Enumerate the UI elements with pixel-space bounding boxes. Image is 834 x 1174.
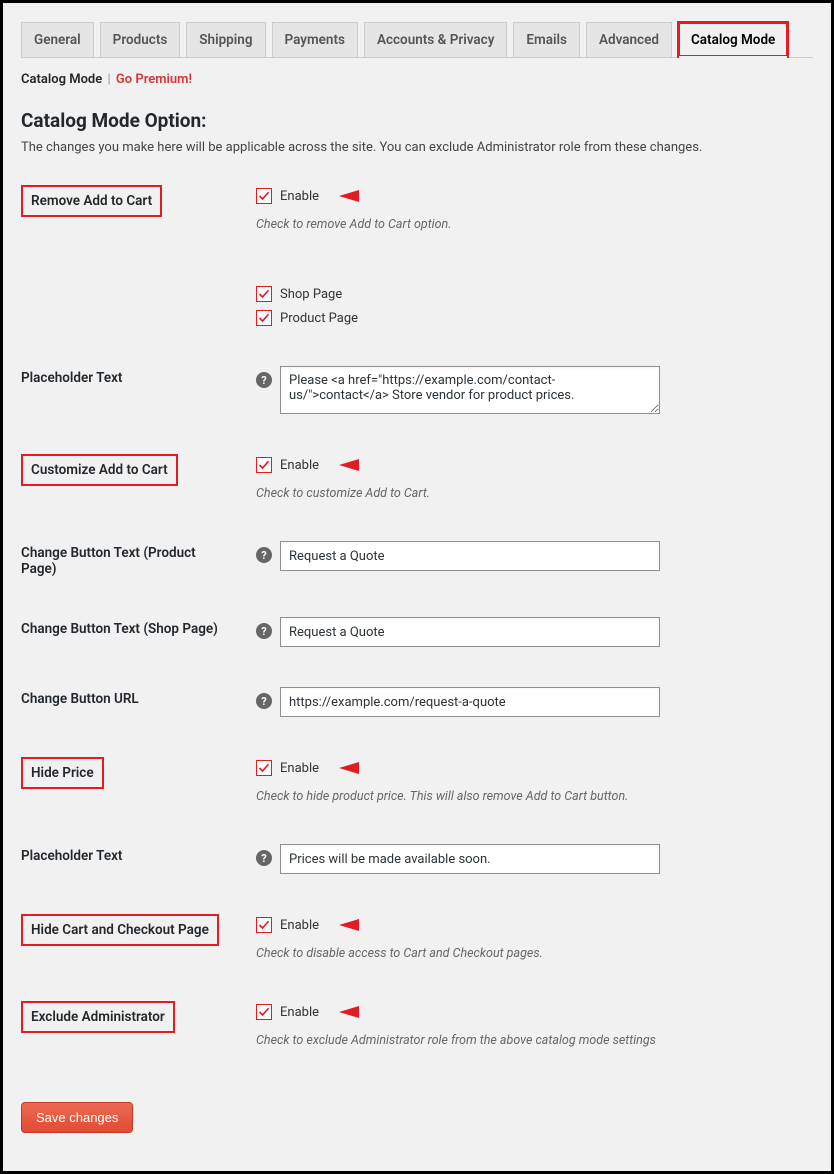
label-change-btn-shop: Change Button Text (Shop Page) [21, 617, 221, 637]
checkbox-exclude-admin-enable[interactable] [256, 1004, 272, 1020]
input-placeholder-text-2[interactable] [280, 844, 660, 874]
tab-catalog-mode[interactable]: Catalog Mode [678, 22, 788, 57]
subnav-current[interactable]: Catalog Mode [21, 72, 102, 87]
page-description: The changes you make here will be applic… [21, 140, 813, 155]
label-hide-price: Hide Price [21, 757, 104, 789]
tab-emails[interactable]: Emails [513, 22, 580, 57]
arrow-icon [339, 914, 393, 936]
checkbox-label-enable: Enable [280, 761, 319, 776]
label-placeholder-text-2: Placeholder Text [21, 844, 256, 864]
tab-shipping[interactable]: Shipping [186, 22, 265, 57]
checkbox-shop-page[interactable] [256, 286, 272, 302]
checkbox-label-product-page: Product Page [280, 311, 358, 326]
desc-hide-cart-checkout: Check to disable access to Cart and Chec… [256, 946, 543, 961]
help-icon[interactable]: ? [256, 372, 272, 388]
label-change-btn-url: Change Button URL [21, 687, 256, 707]
tab-accounts-privacy[interactable]: Accounts & Privacy [364, 22, 507, 57]
checkbox-hide-price-enable[interactable] [256, 760, 272, 776]
checkbox-label-enable: Enable [280, 918, 319, 933]
checkbox-label-enable: Enable [280, 189, 319, 204]
arrow-icon [339, 757, 393, 779]
sub-nav: Catalog Mode | Go Premium! [21, 72, 813, 87]
label-exclude-admin: Exclude Administrator [21, 1001, 175, 1033]
tab-products[interactable]: Products [100, 22, 181, 57]
desc-exclude-admin: Check to exclude Administrator role from… [256, 1033, 656, 1048]
textarea-placeholder-text-1[interactable]: Please <a href="https://example.com/cont… [280, 366, 660, 414]
arrow-icon [339, 185, 393, 207]
checkbox-hide-cart-checkout-enable[interactable] [256, 917, 272, 933]
help-icon[interactable]: ? [256, 547, 272, 563]
desc-remove-add-to-cart: Check to remove Add to Cart option. [256, 217, 451, 232]
checkbox-label-shop-page: Shop Page [280, 287, 342, 302]
desc-hide-price: Check to hide product price. This will a… [256, 789, 628, 804]
checkbox-product-page[interactable] [256, 310, 272, 326]
checkbox-customize-add-to-cart-enable[interactable] [256, 457, 272, 473]
label-remove-add-to-cart: Remove Add to Cart [21, 185, 162, 217]
subnav-go-premium[interactable]: Go Premium! [116, 72, 192, 87]
settings-tabs: General Products Shipping Payments Accou… [21, 22, 813, 58]
label-customize-add-to-cart: Customize Add to Cart [21, 454, 178, 486]
checkbox-remove-add-to-cart-enable[interactable] [256, 188, 272, 204]
arrow-icon [339, 454, 393, 476]
arrow-icon [339, 1001, 393, 1023]
checkbox-label-enable: Enable [280, 458, 319, 473]
subnav-separator: | [107, 72, 110, 87]
tab-advanced[interactable]: Advanced [586, 22, 672, 57]
checkbox-label-enable: Enable [280, 1005, 319, 1020]
input-change-btn-shop[interactable] [280, 617, 660, 647]
label-hide-cart-checkout: Hide Cart and Checkout Page [21, 914, 219, 946]
label-change-btn-product: Change Button Text (Product Page) [21, 541, 221, 577]
desc-customize-add-to-cart: Check to customize Add to Cart. [256, 486, 430, 501]
input-change-btn-product[interactable] [280, 541, 660, 571]
help-icon[interactable]: ? [256, 693, 272, 709]
input-change-btn-url[interactable] [280, 687, 660, 717]
save-button[interactable]: Save changes [21, 1102, 133, 1133]
tab-payments[interactable]: Payments [272, 22, 358, 57]
page-title: Catalog Mode Option: [21, 109, 813, 132]
tab-general[interactable]: General [21, 22, 94, 57]
help-icon[interactable]: ? [256, 623, 272, 639]
help-icon[interactable]: ? [256, 850, 272, 866]
label-placeholder-text-1: Placeholder Text [21, 366, 256, 386]
